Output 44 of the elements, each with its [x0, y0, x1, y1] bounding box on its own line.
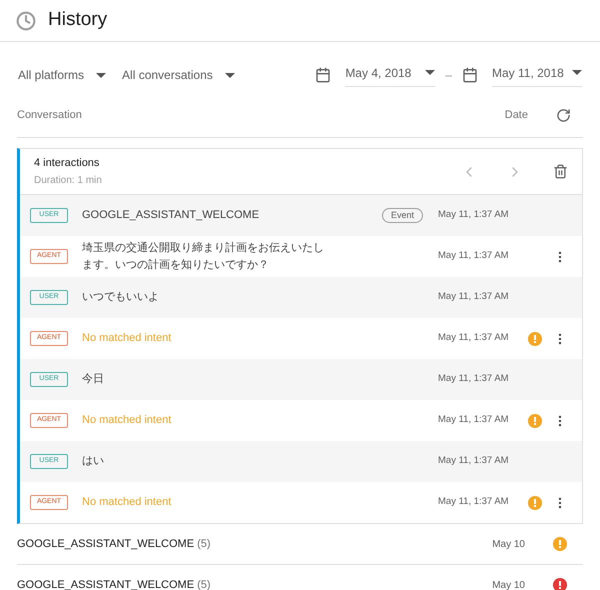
platform-dropdown[interactable]: All platforms	[18, 66, 106, 84]
message-time: May 11, 1:37 AM	[438, 249, 510, 264]
message-text: いつでもいいよ	[82, 290, 160, 305]
message-time: May 11, 1:37 AM	[438, 413, 510, 428]
no-match-message: No matched intent	[82, 413, 172, 428]
date-range-separator: –	[445, 67, 452, 84]
message-text: GOOGLE_ASSISTANT_WELCOME	[82, 208, 260, 223]
no-match-message: No matched intent	[82, 331, 172, 346]
end-date-dropdown[interactable]: May 11, 2018	[492, 64, 582, 86]
conversation-column-header: Conversation	[17, 108, 82, 124]
message-text: 今日	[82, 372, 105, 387]
conversation-name[interactable]: GOOGLE_ASSISTANT_WELCOME (5)	[17, 536, 211, 552]
conversation-date: May 10	[492, 578, 525, 590]
no-match-message: No matched intent	[82, 495, 172, 510]
dropdown-caret-icon	[425, 70, 436, 75]
message-text: はい	[82, 454, 105, 469]
dropdown-caret-icon	[224, 72, 235, 78]
conversations-dropdown[interactable]: All conversations	[122, 66, 235, 84]
dropdown-caret-icon	[572, 70, 582, 75]
message-time: May 11, 1:37 AM	[438, 331, 510, 346]
calendar-icon[interactable]	[315, 67, 332, 83]
event-tag: Event	[382, 208, 423, 224]
dropdown-caret-icon	[96, 72, 106, 78]
conversation-name[interactable]: GOOGLE_ASSISTANT_WELCOME (5)	[17, 576, 211, 590]
message-time: May 11, 1:37 AM	[438, 495, 510, 510]
warning-icon	[528, 496, 542, 510]
date-column-header: Date	[504, 108, 528, 124]
refresh-icon[interactable]	[556, 108, 571, 123]
warning-icon	[528, 414, 542, 428]
message-time: May 11, 1:37 AM	[438, 290, 510, 304]
duration-text: Duration: 1 min	[34, 174, 102, 188]
message-time: May 11, 1:37 AM	[438, 372, 510, 386]
warning-icon	[528, 332, 542, 346]
message-time: May 11, 1:37 AM	[438, 454, 510, 468]
conversation-date: May 10	[492, 538, 525, 552]
calendar-icon[interactable]	[462, 67, 478, 83]
history-clock-icon	[16, 10, 36, 30]
message-text: 埼玉県の交通公開取り締まり計画をお伝えいたします。いつの計画を知りたいですか？	[82, 240, 325, 272]
status-warning-icon	[553, 537, 567, 551]
message-time: May 11, 1:37 AM	[438, 208, 510, 222]
interactions-count: 4 interactions	[34, 156, 100, 171]
page-title: History	[48, 8, 108, 32]
start-date-dropdown[interactable]: May 4, 2018	[345, 64, 436, 86]
delete-icon[interactable]	[553, 164, 568, 179]
